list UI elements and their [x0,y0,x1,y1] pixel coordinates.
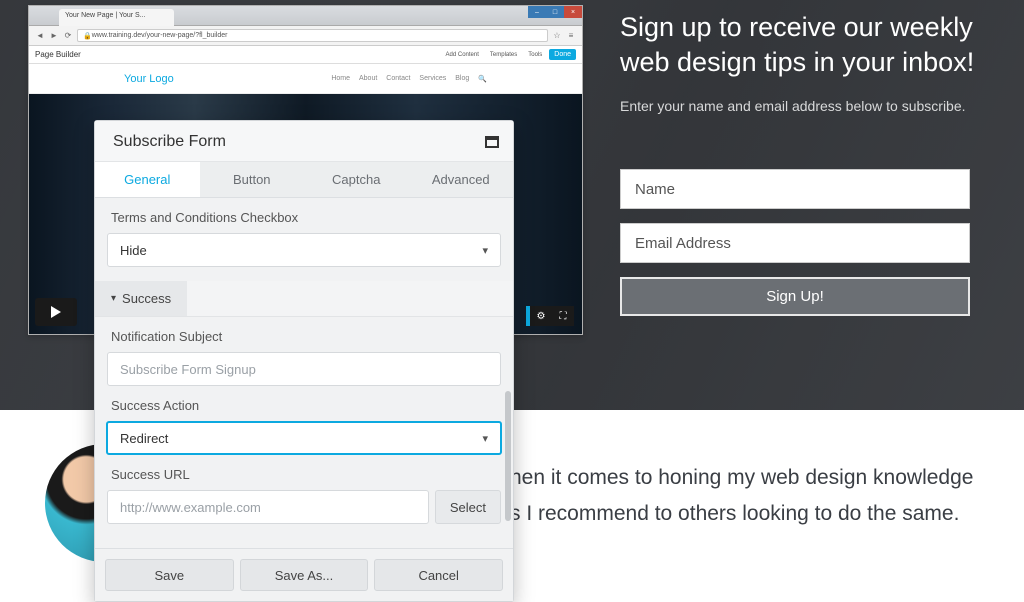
success-url-label: Success URL [95,455,513,490]
panel-tabs: General Button Captcha Advanced [95,162,513,198]
nav-services[interactable]: Services [419,75,446,83]
select-url-button[interactable]: Select [435,490,501,524]
star-icon[interactable]: ☆ [552,31,562,41]
email-field[interactable]: Email Address [620,223,970,263]
tab-general[interactable]: General [95,162,200,197]
success-action-select[interactable]: Redirect ▾ [106,421,502,455]
search-icon[interactable]: 🔍 [478,75,487,83]
settings-icon[interactable]: ⚙ [530,306,552,326]
tab-button[interactable]: Button [200,162,305,197]
panel-footer: Save Save As... Cancel [95,548,513,601]
nav-contact[interactable]: Contact [386,75,410,83]
window-icon[interactable] [485,136,499,148]
tab-advanced[interactable]: Advanced [409,162,514,197]
section-success-tab[interactable]: ▾ Success [95,281,187,316]
cancel-button[interactable]: Cancel [374,559,503,591]
save-as-button[interactable]: Save As... [240,559,369,591]
address-bar[interactable]: 🔒 www.training.dev/your-new-page/?fl_bui… [77,29,548,42]
nav-about[interactable]: About [359,75,377,83]
save-button[interactable]: Save [105,559,234,591]
maximize-button[interactable]: □ [546,6,564,18]
signup-button[interactable]: Sign Up! [620,277,970,316]
success-url-input[interactable]: http://www.example.com [107,490,429,524]
hero-content: Sign up to receive our weekly web design… [620,10,984,316]
reload-icon[interactable]: ⟳ [63,31,73,41]
panel-scrollbar[interactable] [505,391,511,521]
terms-label: Terms and Conditions Checkbox [95,198,513,233]
section-success-label: Success [122,291,171,306]
panel-titlebar: Subscribe Form [95,121,513,162]
name-field[interactable]: Name [620,169,970,209]
add-content-button[interactable]: Add Content [442,51,483,59]
chevron-down-icon: ▾ [482,432,488,445]
window-controls: – □ × [528,6,582,18]
address-bar-row: ◄ ► ⟳ 🔒 www.training.dev/your-new-page/?… [29,26,582,46]
page-builder-label: Page Builder [35,50,81,59]
section-rest [187,281,513,316]
page-header: Your Logo Home About Contact Services Bl… [29,64,582,94]
tab-captcha[interactable]: Captcha [304,162,409,197]
play-button[interactable] [35,298,77,326]
done-button[interactable]: Done [549,49,576,60]
chevron-down-icon: ▾ [111,293,116,304]
notification-label: Notification Subject [95,317,513,352]
play-icon [51,306,61,318]
url-text: www.training.dev/your-new-page/?fl_build… [92,32,228,39]
nav-blog[interactable]: Blog [455,75,469,83]
minimize-button[interactable]: – [528,6,546,18]
nav-home[interactable]: Home [331,75,350,83]
panel-body: Terms and Conditions Checkbox Hide ▾ ▾ S… [95,198,513,548]
testimonial-line1: hen it comes to honing my web design kno… [510,460,984,496]
site-nav: Home About Contact Services Blog 🔍 [331,75,487,83]
templates-button[interactable]: Templates [486,51,521,59]
hero-title: Sign up to receive our weekly web design… [620,10,984,80]
chevron-down-icon: ▾ [482,244,488,257]
close-button[interactable]: × [564,6,582,18]
success-url-row: http://www.example.com Select [107,490,501,524]
success-action-value: Redirect [120,431,168,446]
video-right-controls: ⚙ ⛶ [526,306,574,326]
tools-button[interactable]: Tools [524,51,546,59]
terms-select[interactable]: Hide ▾ [107,233,501,267]
browser-tabbar: Your New Page | Your S... – □ × [29,6,582,26]
hero-subtitle: Enter your name and email address below … [620,98,984,114]
terms-value: Hide [120,243,147,258]
page-builder-bar: Page Builder Add Content Templates Tools… [29,46,582,64]
menu-icon[interactable]: ≡ [566,31,576,41]
browser-tab[interactable]: Your New Page | Your S... [59,9,174,26]
site-logo[interactable]: Your Logo [124,73,174,85]
back-icon[interactable]: ◄ [35,31,45,41]
settings-panel: Subscribe Form General Button Captcha Ad… [94,120,514,602]
testimonial-line2: s I recommend to others looking to do th… [510,496,984,532]
fullscreen-icon[interactable]: ⛶ [552,306,574,326]
section-success-header: ▾ Success [95,281,513,317]
panel-title: Subscribe Form [113,133,226,151]
success-action-label: Success Action [95,386,513,421]
forward-icon[interactable]: ► [49,31,59,41]
testimonial-text: hen it comes to honing my web design kno… [510,460,984,531]
notification-input[interactable]: Subscribe Form Signup [107,352,501,386]
